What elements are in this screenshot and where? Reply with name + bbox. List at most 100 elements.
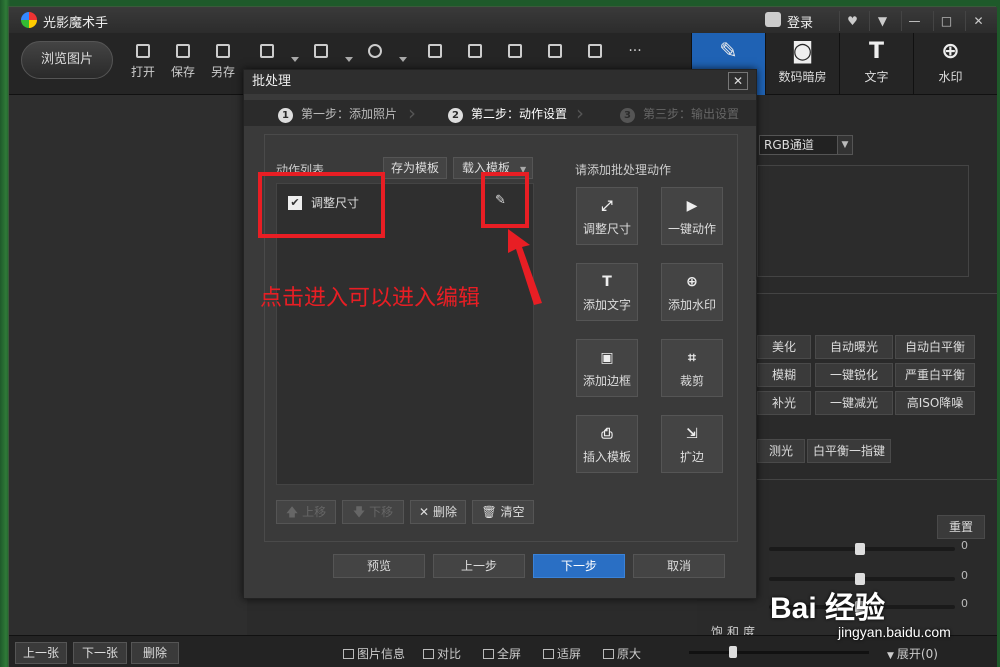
insert-template-icon: ⎙	[601, 426, 613, 442]
action-crop-button[interactable]: ⌗ 裁剪	[661, 339, 723, 397]
channel-select[interactable]: RGB通道	[759, 135, 839, 155]
action-resize-button[interactable]: ⤢ 调整尺寸	[576, 187, 638, 245]
move-down-button[interactable]: 🡇 下移	[342, 500, 404, 524]
action-add-text-label: 添加文字	[582, 298, 631, 312]
zoom-slider[interactable]	[689, 646, 869, 658]
save-as-button[interactable]: 另存	[203, 41, 243, 91]
add-text-icon: T	[602, 274, 612, 290]
save-as-label: 另存	[210, 65, 235, 79]
slider-knob[interactable]	[855, 543, 865, 555]
compare-button[interactable]: 对比	[423, 645, 461, 662]
move-down-label: 下移	[369, 505, 394, 519]
minimize-button[interactable]: —	[901, 11, 927, 31]
action-add-watermark-button[interactable]: ⊕ 添加水印	[661, 263, 723, 321]
chip-fill-light[interactable]: 补光	[757, 391, 811, 415]
chip-iso-denoise[interactable]: 高ISO降噪	[895, 391, 975, 415]
action-expand-button[interactable]: ⇲ 扩边	[661, 415, 723, 473]
chevron-down-icon[interactable]: ▼	[837, 135, 853, 155]
cancel-button[interactable]: 取消	[633, 554, 725, 578]
move-up-label: 上移	[302, 505, 327, 519]
step-1-number: 1	[278, 108, 293, 123]
slider-1[interactable]	[769, 543, 955, 555]
fullscreen-button[interactable]: 全屏	[483, 645, 521, 662]
chip-blur[interactable]: 模糊	[757, 363, 811, 387]
chip-strong-white-balance[interactable]: 严重白平衡	[895, 363, 975, 387]
print-icon	[548, 44, 562, 58]
delete-action-button[interactable]: ✕ 删除	[410, 500, 466, 524]
move-up-button[interactable]: 🡅 上移	[276, 500, 336, 524]
chevron-down-icon[interactable]	[399, 57, 407, 62]
original-size-button[interactable]: 原大	[603, 645, 641, 662]
browse-images-button[interactable]: 浏览图片	[21, 41, 113, 79]
preview-button[interactable]: 预览	[333, 554, 425, 578]
chip-beautify[interactable]: 美化	[757, 335, 811, 359]
skin-button[interactable]: ♥	[839, 11, 865, 31]
tab-text-label: 文字	[864, 70, 889, 84]
watermark-icon: ⊕	[941, 39, 960, 64]
zoom-knob[interactable]	[729, 646, 737, 658]
tab-darkroom-label: 数码暗房	[778, 70, 827, 84]
clear-actions-button[interactable]: 🗑 清空	[472, 500, 534, 524]
original-size-icon	[603, 649, 614, 659]
save-button[interactable]: 保存	[163, 41, 203, 91]
brush-icon	[588, 44, 602, 58]
slider-2[interactable]	[769, 573, 955, 585]
prev-image-button[interactable]: 上一张	[15, 642, 67, 664]
action-one-click-label: 一键动作	[667, 222, 716, 236]
delete-image-button[interactable]: 删除	[131, 642, 179, 664]
open-icon	[136, 44, 150, 58]
login-link[interactable]: 登录	[787, 12, 813, 31]
tab-darkroom[interactable]: ◙ 数码暗房	[765, 33, 839, 95]
text-icon: T	[868, 39, 884, 64]
next-step-button[interactable]: 下一步	[533, 554, 625, 578]
chip-auto-exposure[interactable]: 自动曝光	[815, 335, 893, 359]
border-icon: ▣	[600, 350, 614, 366]
close-button[interactable]: ✕	[965, 11, 991, 31]
step-3-number: 3	[620, 108, 635, 123]
chip-reduce-light[interactable]: 一键减光	[815, 391, 893, 415]
action-add-border-button[interactable]: ▣ 添加边框	[576, 339, 638, 397]
tab-text[interactable]: T 文字	[839, 33, 913, 95]
compare-label: 对比	[437, 647, 462, 661]
chip-metering[interactable]: 测光	[757, 439, 805, 463]
chevron-down-icon[interactable]	[345, 57, 353, 62]
highlight-box-item	[258, 172, 385, 238]
previous-step-button[interactable]: 上一步	[433, 554, 525, 578]
edit-icon: ✎	[719, 39, 738, 64]
save-icon	[176, 44, 190, 58]
step-1-label: 第一步：添加照片	[301, 107, 398, 121]
user-icon[interactable]	[765, 12, 781, 27]
step-2[interactable]: 2 第二步：动作设置	[448, 105, 567, 123]
fullscreen-label: 全屏	[497, 647, 522, 661]
fit-icon	[260, 44, 274, 58]
maximize-button[interactable]: □	[933, 11, 959, 31]
arrow-up-icon: 🡅	[285, 505, 299, 519]
expand-icon: ⇲	[686, 426, 698, 442]
step-1[interactable]: 1 第一步：添加照片	[278, 105, 397, 123]
reset-button[interactable]: 重置	[937, 515, 985, 539]
step-3[interactable]: 3 第三步：输出设置	[620, 105, 739, 123]
action-crop-label: 裁剪	[679, 374, 704, 388]
action-add-text-button[interactable]: T 添加文字	[576, 263, 638, 321]
grid-icon	[508, 44, 522, 58]
tab-watermark[interactable]: ⊕ 水印	[913, 33, 987, 95]
action-insert-template-button[interactable]: ⎙ 插入模板	[576, 415, 638, 473]
step-3-label: 第三步：输出设置	[643, 107, 740, 121]
step-2-label: 第二步：动作设置	[471, 107, 568, 121]
dialog-close-button[interactable]: ✕	[728, 72, 748, 90]
menu-button[interactable]: ▼	[869, 11, 895, 31]
chip-white-balance-one[interactable]: 白平衡一指键	[807, 439, 891, 463]
fit-screen-button[interactable]: 适屏	[543, 645, 581, 662]
save-template-button[interactable]: 存为模板	[383, 157, 447, 179]
action-one-click-button[interactable]: ▶ 一键动作	[661, 187, 723, 245]
expand-label: 展开(0)	[896, 647, 938, 661]
next-image-button[interactable]: 下一张	[73, 642, 127, 664]
open-button[interactable]: 打开	[123, 41, 163, 91]
chevron-down-icon[interactable]	[291, 57, 299, 62]
highlight-box-pencil	[481, 172, 529, 228]
expand-button[interactable]: ▼ 展开(0)	[887, 645, 938, 662]
chip-sharpen[interactable]: 一键锐化	[815, 363, 893, 387]
image-info-label: 图片信息	[357, 647, 406, 661]
chip-auto-white-balance[interactable]: 自动白平衡	[895, 335, 975, 359]
image-info-button[interactable]: 图片信息	[343, 645, 405, 662]
